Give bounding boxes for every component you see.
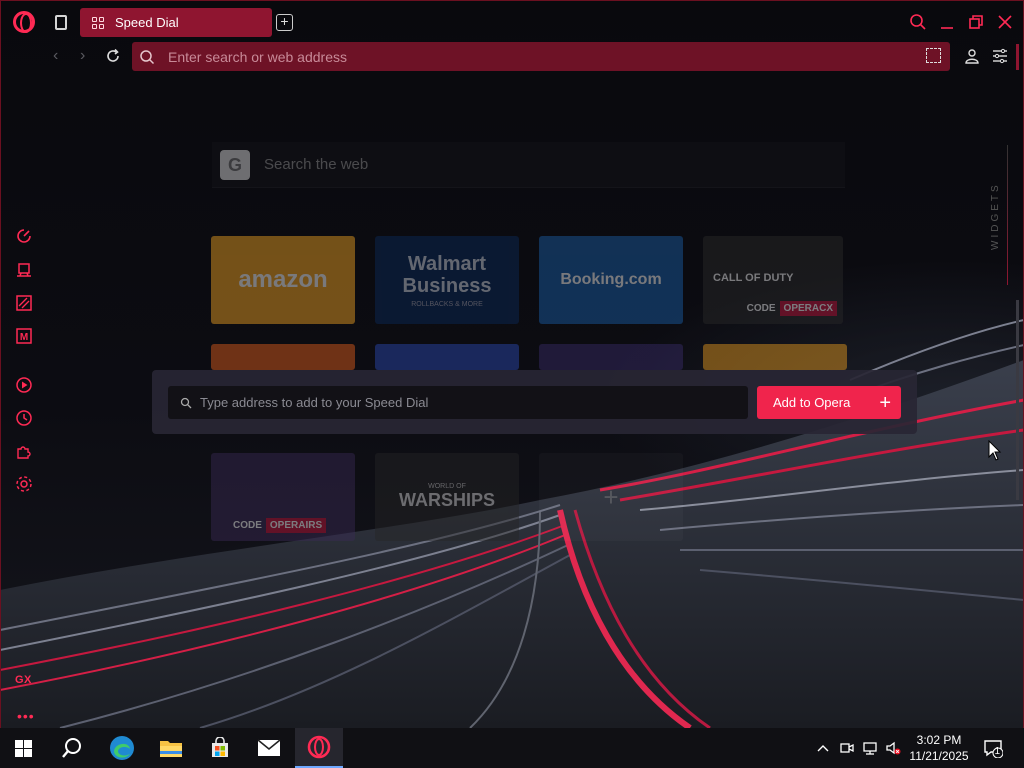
sidebar-accent [1016,44,1019,70]
speed-dial-icon [92,16,104,29]
add-address-field[interactable] [168,386,748,419]
speed-dial-tile-6[interactable] [375,344,519,370]
notification-center-icon[interactable]: 1 [983,738,1004,759]
sidebar-more-icon[interactable]: ••• [17,708,35,724]
extensions-icon[interactable] [15,442,33,460]
add-to-opera-button[interactable]: Add to Opera + [757,386,901,419]
add-speed-dial-dialog: Add to Opera + [152,370,917,434]
gx-control-icon[interactable] [15,227,33,245]
messenger-m-icon[interactable]: M [15,327,33,345]
tile-label: CALL OF DUTY [713,272,794,284]
clock-date: 11/21/2025 [909,749,969,763]
edge-icon[interactable] [98,728,146,768]
screen: Speed Dial + ‹ › M GX ••• G Search the w… [0,0,1024,768]
reload-icon[interactable] [105,48,121,64]
tab-title: Speed Dial [115,15,179,30]
speed-dial-tile-5[interactable] [211,344,355,370]
tile-sublabel: ROLLBACKS & MORE [411,300,483,308]
snapshot-icon[interactable] [926,48,941,63]
history-icon[interactable] [15,409,33,427]
search-tabs-icon[interactable] [909,13,927,31]
store-icon[interactable] [196,728,244,768]
volume-muted-icon[interactable] [885,740,901,756]
svg-text:M: M [20,332,28,343]
speed-dial-tile-walmart[interactable]: Walmart Business ROLLBACKS & MORE [375,236,519,324]
search-icon[interactable] [61,737,83,759]
chevron-up-icon[interactable] [815,740,831,756]
promo-code-badge: CODE OPERACX [747,301,837,316]
opera-menu-icon[interactable] [13,11,35,33]
speed-dial-tile-rival[interactable]: CODE OPERAIRS [211,453,355,541]
notification-count: 1 [994,746,1001,757]
search-icon [180,397,192,408]
tile-label: amazon [238,266,328,293]
widgets-divider [1007,145,1008,285]
speed-dial-tile-booking[interactable]: Booking.com [539,236,683,324]
search-icon [140,49,155,64]
windows-start-icon[interactable] [15,740,32,757]
speed-dial-tile-8[interactable] [703,344,847,370]
mail-icon[interactable] [245,728,293,768]
speed-dial-tile-amazon[interactable]: amazon [211,236,355,324]
tile-label: WARSHIPS [398,490,495,510]
tab-list-icon[interactable] [55,15,67,30]
account-icon[interactable] [964,48,980,64]
add-speed-dial-tile[interactable]: + [539,453,683,541]
back-icon[interactable]: ‹ [53,48,69,64]
clock-time: 3:02 PM [916,733,962,747]
promo-code-badge: CODE OPERAIRS [233,518,327,533]
opera-gx-taskbar-icon[interactable] [295,728,343,768]
scrollbar[interactable] [1016,300,1019,500]
speed-dial-tile-warships[interactable]: WORLD OF WARSHIPS [375,453,519,541]
new-tab-button[interactable]: + [276,14,293,31]
speed-dial-tile-7[interactable] [539,344,683,370]
file-explorer-icon[interactable] [147,728,195,768]
add-address-input[interactable] [200,395,720,410]
address-input[interactable] [168,48,868,65]
meet-now-icon[interactable] [839,740,855,756]
gx-corner-icon[interactable] [15,261,33,279]
plus-icon: + [603,481,619,512]
settings-gear-icon[interactable] [15,475,33,493]
easy-setup-icon[interactable] [992,48,1008,64]
taskbar: 3:02 PM 11/21/2025 1 [0,728,1024,768]
title-bar: Speed Dial + [0,0,1024,44]
mouse-cursor-icon [988,440,1002,461]
search-placeholder: Search the web [264,156,369,173]
speed-dial-tile-call-of-duty[interactable]: CALL OF DUTY CODE OPERACX [703,236,843,324]
address-bar[interactable] [132,42,950,71]
google-icon: G [220,149,250,180]
minimize-icon[interactable] [938,13,956,31]
gx-label[interactable]: GX [15,674,32,686]
tab-speed-dial[interactable]: Speed Dial [80,8,272,37]
tile-sublabel: WORLD OF [428,483,466,490]
forward-icon[interactable]: › [80,48,96,64]
twitch-icon[interactable] [15,294,33,312]
tile-label: Booking.com [560,271,662,288]
speed-dial-search[interactable]: G Search the web [212,142,845,188]
plus-icon: + [879,392,891,414]
player-icon[interactable] [15,376,33,394]
network-icon[interactable] [862,740,878,756]
close-icon[interactable] [996,13,1014,31]
system-clock[interactable]: 3:02 PM 11/21/2025 [905,732,973,764]
restore-icon[interactable] [967,13,985,31]
sidebar: M [0,80,50,728]
tile-label: Walmart Business [402,252,492,297]
